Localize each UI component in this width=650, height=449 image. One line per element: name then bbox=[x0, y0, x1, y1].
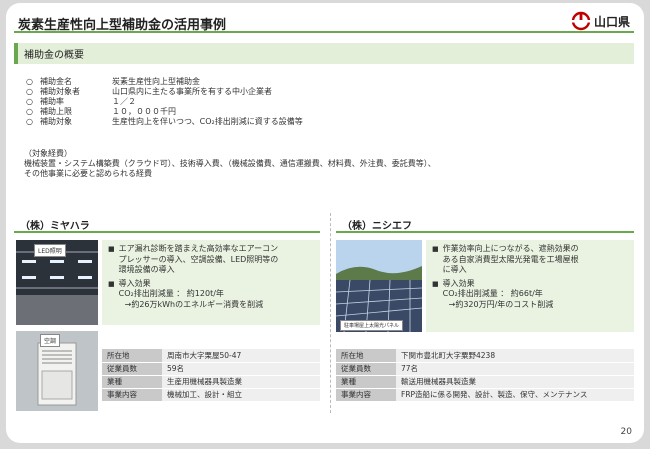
photo-label: 駐車場屋上太陽光パネル bbox=[340, 320, 404, 331]
led-lighting-photo: LED照明 bbox=[16, 240, 98, 325]
cost-block: （対象経費） 機械装置・システム構築費（クラウド可）、技術導入費、（機械設備費、… bbox=[24, 149, 436, 179]
cost-line: 機械装置・システム構築費（クラウド可）、技術導入費、（機械設備費、通信運搬費、材… bbox=[24, 159, 436, 168]
effects-box: ■ エア漏れ診断を踏まえた高効率なエアーコン プレッサーの導入、空調設備、LED… bbox=[102, 240, 320, 325]
square-bullet-icon: ■ bbox=[108, 279, 115, 288]
company-name: （株）ニシエフ bbox=[336, 213, 634, 233]
effect-item: ■ 導入効果 CO₂排出削減量 ： 約66t/年 →約320万円/年のコスト削減 bbox=[432, 278, 554, 309]
photo-label: LED照明 bbox=[34, 244, 66, 257]
photo-label: 空調 bbox=[40, 334, 61, 347]
table-row: 所在地 周南市大字栗屋50-47 bbox=[102, 349, 320, 363]
overview-heading: 補助金の概要 bbox=[14, 43, 634, 64]
cost-title: （対象経費） bbox=[24, 149, 72, 158]
effect-item: ■ 導入効果 CO₂排出削減量 ： 約120t/年 →約26万kWhのエネルギー… bbox=[108, 278, 264, 309]
effects-box: ■ 作業効率向上につながる、遮熱効果の ある自家消費型太陽光発電を工場屋根 に導… bbox=[426, 240, 634, 332]
effect-item: ■ 作業効率向上につながる、遮熱効果の ある自家消費型太陽光発電を工場屋根 に導… bbox=[432, 244, 579, 274]
table-row: 事業内容 機械加工、設計・組立 bbox=[102, 388, 320, 402]
yamaguchi-emblem-icon bbox=[570, 11, 591, 31]
air-conditioner-photo: 空調 bbox=[16, 331, 98, 411]
square-bullet-icon: ■ bbox=[432, 279, 439, 288]
table-row: 従業員数 77名 bbox=[336, 362, 634, 376]
company-info-table: 所在地 下関市豊北町大字粟野4238 従業員数 77名 業種 輸送用機械器具製造業 事… bbox=[336, 349, 634, 402]
overview-row: ○ 補助金名 炭素生産性向上型補助金 bbox=[26, 77, 200, 86]
company-info-table: 所在地 周南市大字栗屋50-47 従業員数 59名 業種 生産用機械器具製造業 事業内… bbox=[102, 349, 320, 402]
overview-row: ○ 補助対象 生産性向上を伴いつつ、CO₂排出削減に資する設備等 bbox=[26, 117, 303, 126]
table-row: 所在地 下関市豊北町大字粟野4238 bbox=[336, 349, 634, 363]
table-row: 事業内容 FRP造船に係る開発、設計、製造、保守、メンテナンス bbox=[336, 388, 634, 402]
company-card-miyahara: （株）ミヤハラ LED照明 空調 ■ エア漏れ診断を踏まえた高効率なエアーコン … bbox=[14, 213, 320, 413]
cost-line: その他事業に必要と認められる経費 bbox=[24, 169, 152, 178]
table-row: 業種 輸送用機械器具製造業 bbox=[336, 375, 634, 389]
logo-text: 山口県 bbox=[593, 14, 630, 29]
slide: 炭素生産性向上型補助金の活用事例 山口県 補助金の概要 ○ 補助金名 炭素生産性… bbox=[6, 3, 644, 443]
prefecture-logo: 山口県 bbox=[570, 11, 630, 31]
company-name: （株）ミヤハラ bbox=[14, 213, 320, 233]
effect-item: ■ エア漏れ診断を踏まえた高効率なエアーコン プレッサーの導入、空調設備、LED… bbox=[108, 244, 279, 274]
overview-row: ○ 補助上限 １０，０００千円 bbox=[26, 107, 176, 116]
overview-row: ○ 補助率 １／２ bbox=[26, 97, 136, 106]
solar-panel-photo: 駐車場屋上太陽光パネル bbox=[336, 240, 422, 332]
table-row: 業種 生産用機械器具製造業 bbox=[102, 375, 320, 389]
square-bullet-icon: ■ bbox=[108, 245, 115, 253]
page-title: 炭素生産性向上型補助金の活用事例 bbox=[18, 18, 227, 33]
title-bar: 炭素生産性向上型補助金の活用事例 山口県 bbox=[14, 11, 634, 33]
page-number: 20 bbox=[620, 427, 632, 437]
column-divider bbox=[330, 213, 331, 413]
square-bullet-icon: ■ bbox=[432, 245, 439, 253]
company-card-nishiefu: （株）ニシエフ 駐車場屋上太陽光パネル ■ 作業効率向上につながる、遮熱効果の … bbox=[336, 213, 634, 413]
solar-panel-image bbox=[336, 240, 422, 332]
overview-row: ○ 補助対象者 山口県内に主たる事業所を有する中小企業者 bbox=[26, 87, 272, 96]
table-row: 従業員数 59名 bbox=[102, 362, 320, 376]
